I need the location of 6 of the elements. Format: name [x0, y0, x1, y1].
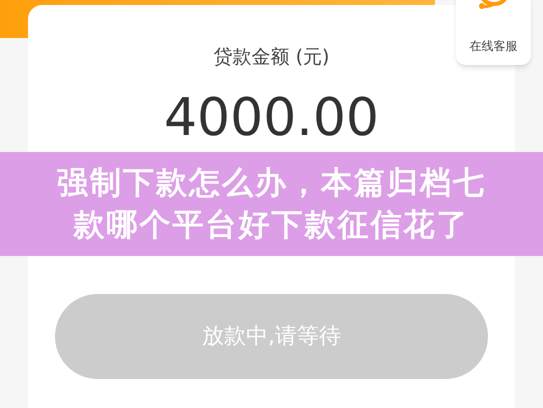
service-label: 在线客服 — [470, 38, 518, 55]
banner-title-line: 款哪个平台好下款征信花了 — [74, 206, 470, 245]
loan-amount: 4000.00 — [164, 92, 380, 144]
banner-title-line: 强制下款怎么办，本篇归档七 — [57, 164, 486, 203]
loan-amount-label: 贷款金额 (元) — [214, 45, 330, 70]
service-panel[interactable]: 在线客服 — [456, 0, 531, 65]
